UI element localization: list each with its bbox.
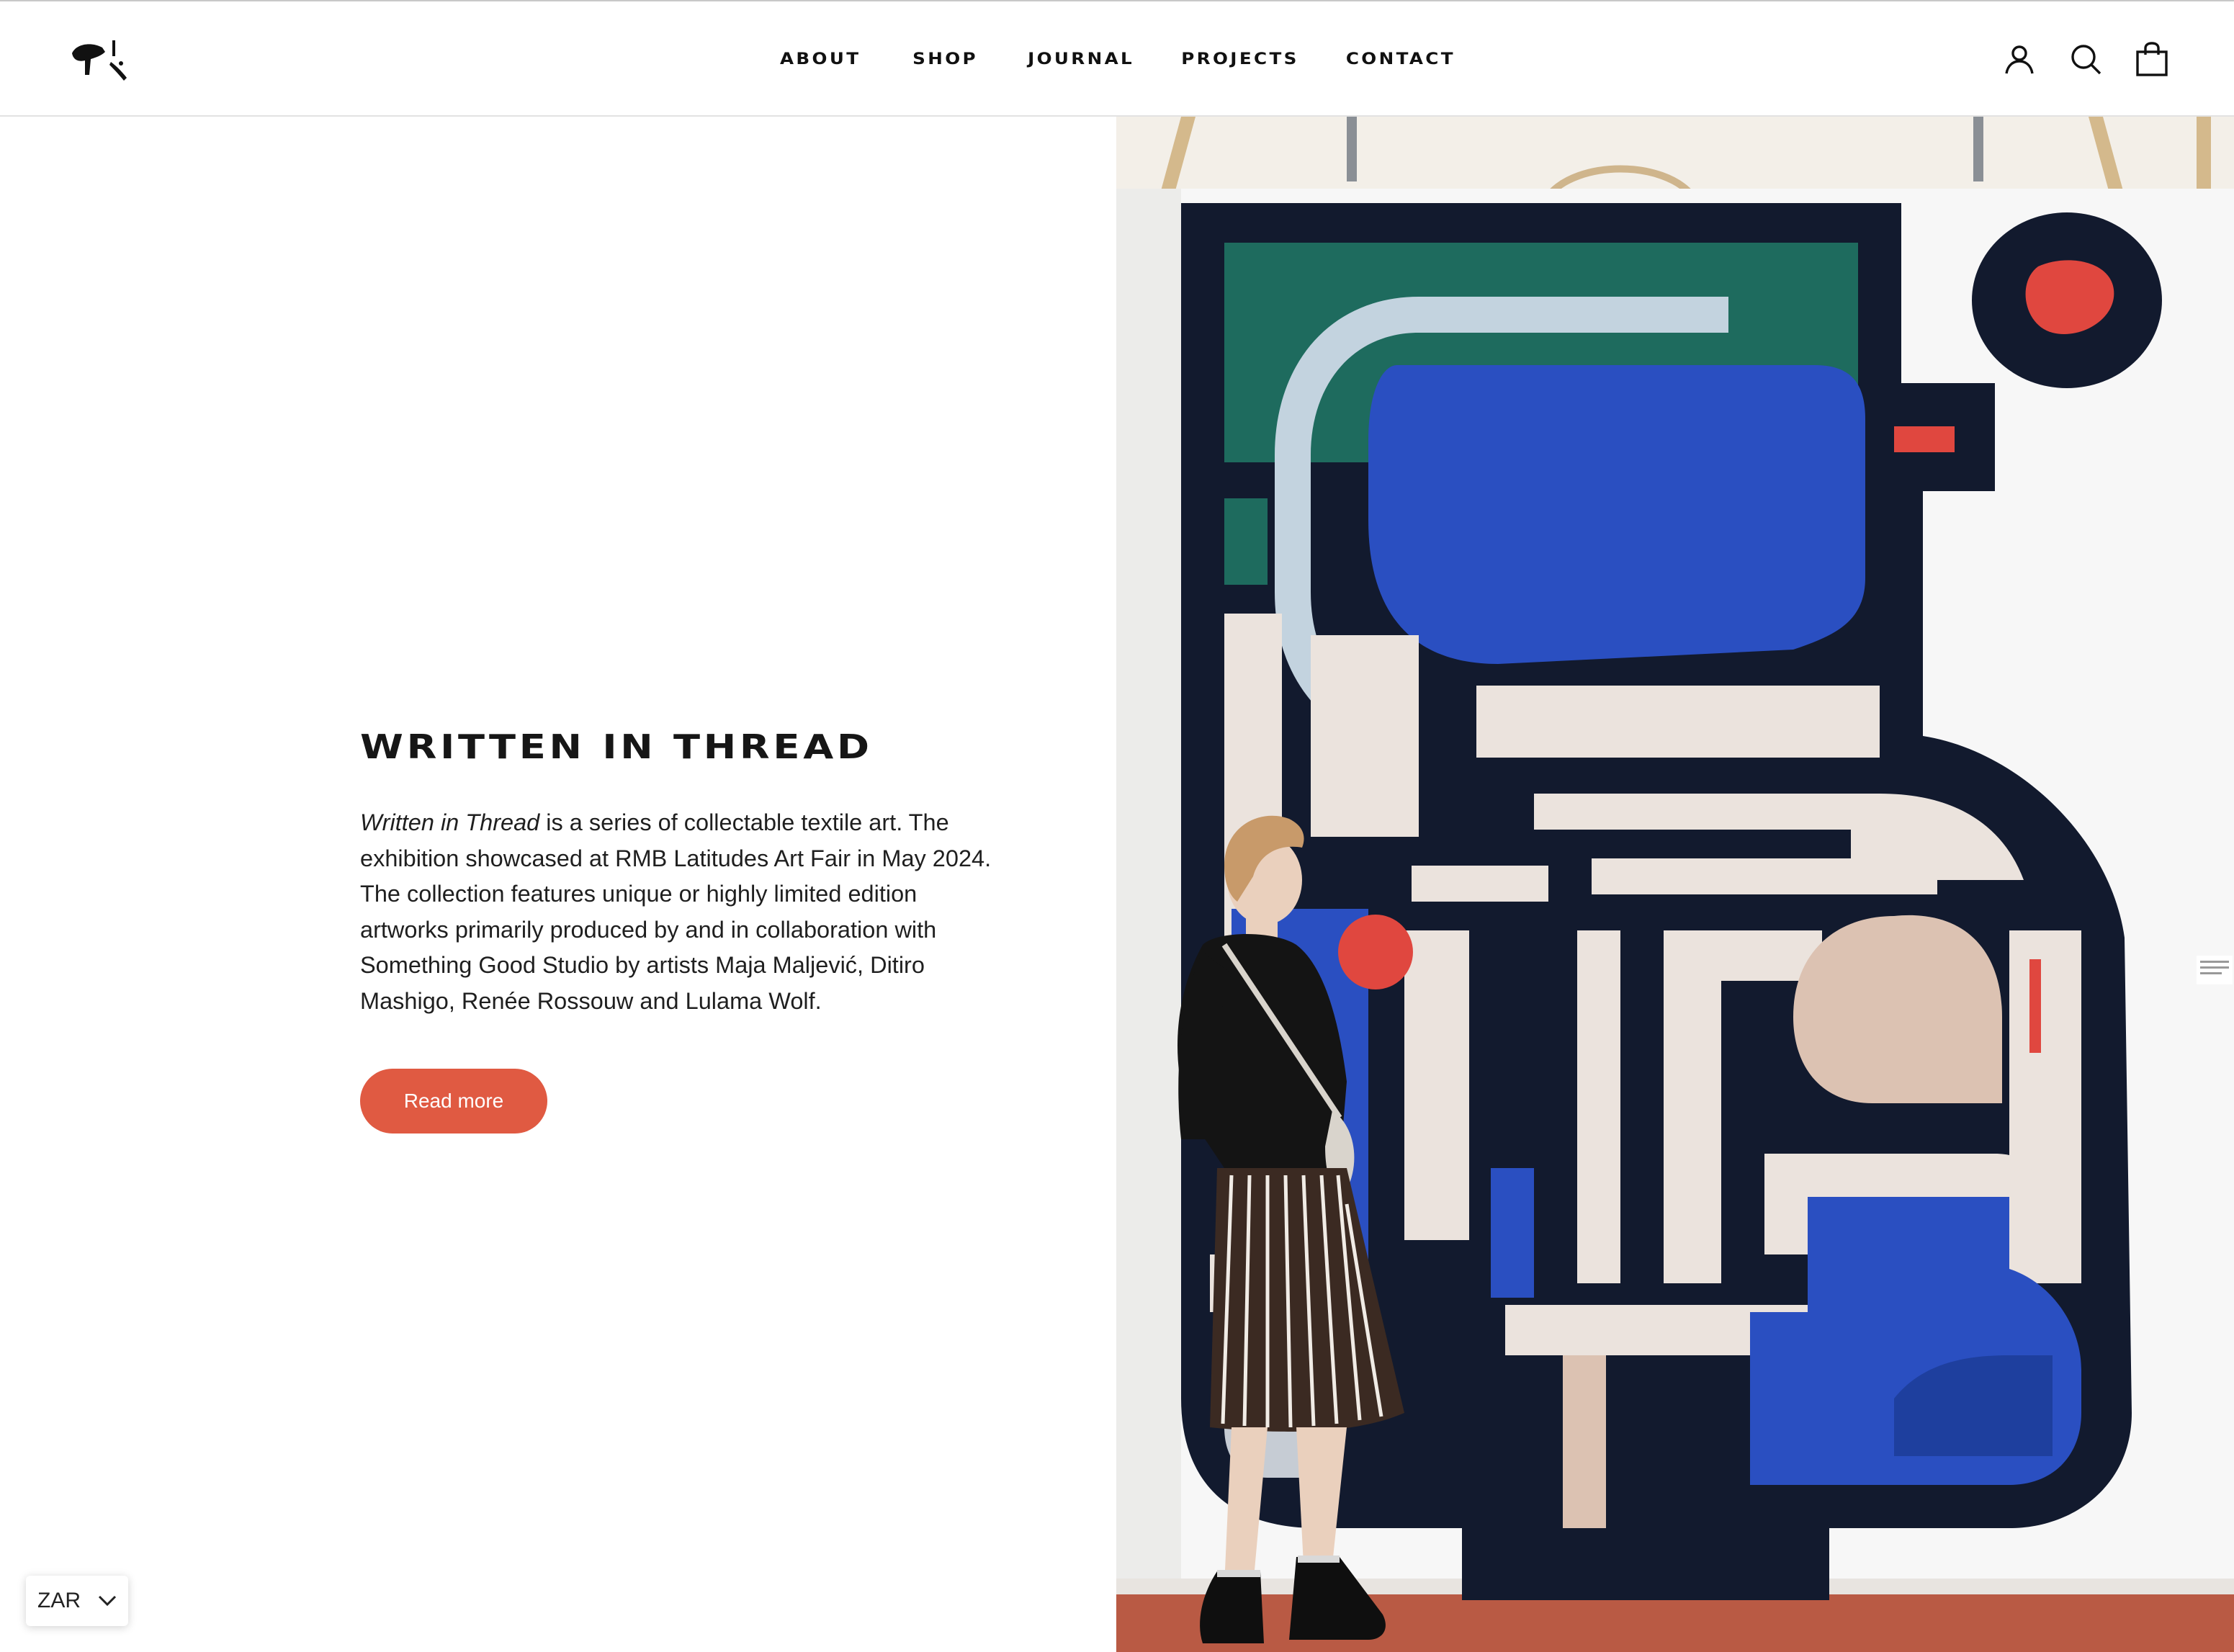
read-more-button[interactable]: Read more <box>360 1068 547 1133</box>
feature-title: WRITTEN IN THREAD <box>360 727 873 766</box>
feature-section: WRITTEN IN THREAD Written in Thread is a… <box>360 727 994 1133</box>
textile-artwork-photo <box>1116 117 2234 1652</box>
nav-about[interactable]: ABOUT <box>780 50 861 68</box>
currency-selector[interactable]: ZAR <box>26 1576 128 1626</box>
account-icon[interactable] <box>2002 39 2037 79</box>
feature-description-italic: Written in Thread <box>360 809 540 835</box>
header-actions <box>2002 39 2169 79</box>
main-nav: ABOUT SHOP JOURNAL PROJECTS CONTACT <box>0 1 2234 117</box>
site-header: ABOUT SHOP JOURNAL PROJECTS CONTACT <box>0 0 2234 117</box>
nav-contact[interactable]: CONTACT <box>1346 50 1455 68</box>
nav-journal[interactable]: JOURNAL <box>1028 50 1134 68</box>
hero-image <box>1116 117 2234 1652</box>
currency-value: ZAR <box>37 1589 81 1612</box>
search-icon[interactable] <box>2068 39 2103 79</box>
feature-description: Written in Thread is a series of collect… <box>360 805 994 1020</box>
nav-projects[interactable]: PROJECTS <box>1181 50 1299 68</box>
nav-shop[interactable]: SHOP <box>912 50 978 68</box>
feature-description-text: is a series of collectable textile art. … <box>360 809 992 1014</box>
cart-bag-icon[interactable] <box>2135 39 2169 79</box>
chevron-down-icon <box>98 1595 117 1607</box>
